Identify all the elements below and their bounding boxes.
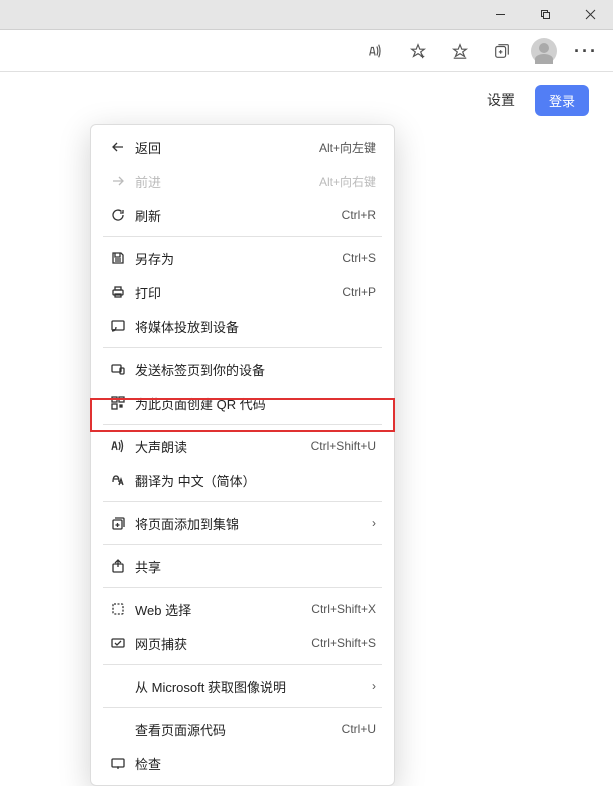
menu-item-label: 将页面添加到集锦	[129, 514, 366, 533]
menu-web-select[interactable]: Web 选择 Ctrl+Shift+X	[95, 592, 390, 626]
favorites-bar-icon[interactable]	[441, 34, 479, 68]
cast-icon	[107, 318, 129, 334]
read-aloud-icon[interactable]	[357, 34, 395, 68]
menu-item-label: 从 Microsoft 获取图像说明	[129, 677, 366, 696]
forward-arrow-icon	[107, 173, 129, 189]
menu-separator	[103, 347, 382, 348]
menu-separator	[103, 664, 382, 665]
translate-icon	[107, 472, 129, 488]
menu-item-shortcut: Ctrl+P	[342, 285, 376, 299]
print-icon	[107, 284, 129, 300]
menu-translate[interactable]: 翻译为 中文（简体）	[95, 463, 390, 497]
menu-separator	[103, 236, 382, 237]
menu-cast[interactable]: 将媒体投放到设备	[95, 309, 390, 343]
window-titlebar	[0, 0, 613, 30]
menu-separator	[103, 707, 382, 708]
refresh-icon	[107, 207, 129, 223]
collections-icon[interactable]	[483, 34, 521, 68]
read-aloud-icon	[107, 438, 129, 454]
menu-add-to-collections[interactable]: 将页面添加到集锦 ›	[95, 506, 390, 540]
menu-qr-code[interactable]: 为此页面创建 QR 代码	[95, 386, 390, 420]
browser-toolbar: ···	[0, 30, 613, 72]
menu-item-shortcut: Ctrl+Shift+X	[311, 602, 376, 616]
login-button[interactable]: 登录	[535, 85, 589, 116]
more-menu-icon[interactable]: ···	[567, 34, 605, 68]
menu-item-label: 大声朗读	[129, 437, 311, 456]
menu-ms-image-desc[interactable]: 从 Microsoft 获取图像说明 ›	[95, 669, 390, 703]
menu-item-label: 共享	[129, 557, 376, 576]
minimize-button[interactable]	[478, 0, 523, 30]
menu-item-label: 刷新	[129, 206, 342, 225]
save-icon	[107, 250, 129, 266]
chevron-right-icon: ›	[372, 516, 376, 530]
share-icon	[107, 558, 129, 574]
close-button[interactable]	[568, 0, 613, 30]
menu-web-capture[interactable]: 网页捕获 Ctrl+Shift+S	[95, 626, 390, 660]
menu-share[interactable]: 共享	[95, 549, 390, 583]
web-select-icon	[107, 601, 129, 617]
collections-add-icon	[107, 515, 129, 531]
maximize-button[interactable]	[523, 0, 568, 30]
settings-link[interactable]: 设置	[487, 90, 515, 110]
menu-item-label: 检查	[129, 754, 376, 773]
menu-read-aloud[interactable]: 大声朗读 Ctrl+Shift+U	[95, 429, 390, 463]
menu-refresh[interactable]: 刷新 Ctrl+R	[95, 198, 390, 232]
menu-item-label: 翻译为 中文（简体）	[129, 471, 376, 490]
menu-item-label: 为此页面创建 QR 代码	[129, 394, 376, 413]
page-header: 设置 登录	[0, 72, 613, 128]
menu-item-label: 返回	[129, 138, 319, 157]
menu-item-shortcut: Ctrl+S	[342, 251, 376, 265]
menu-item-shortcut: Ctrl+Shift+U	[311, 439, 376, 453]
back-arrow-icon	[107, 139, 129, 155]
menu-forward: 前进 Alt+向右键	[95, 164, 390, 198]
menu-back[interactable]: 返回 Alt+向左键	[95, 130, 390, 164]
menu-separator	[103, 544, 382, 545]
menu-print[interactable]: 打印 Ctrl+P	[95, 275, 390, 309]
menu-view-source[interactable]: 查看页面源代码 Ctrl+U	[95, 712, 390, 746]
menu-item-label: 前进	[129, 172, 319, 191]
menu-item-label: Web 选择	[129, 600, 311, 619]
menu-save-as[interactable]: 另存为 Ctrl+S	[95, 241, 390, 275]
menu-item-label: 查看页面源代码	[129, 720, 342, 739]
menu-item-shortcut: Ctrl+R	[342, 208, 376, 222]
qr-icon	[107, 395, 129, 411]
chevron-right-icon: ›	[372, 679, 376, 693]
menu-separator	[103, 501, 382, 502]
menu-item-shortcut: Alt+向右键	[319, 173, 376, 190]
menu-separator	[103, 424, 382, 425]
menu-item-shortcut: Ctrl+Shift+S	[311, 636, 376, 650]
web-capture-icon	[107, 635, 129, 651]
menu-send-tab[interactable]: 发送标签页到你的设备	[95, 352, 390, 386]
menu-item-label: 另存为	[129, 249, 342, 268]
menu-item-label: 网页捕获	[129, 634, 311, 653]
context-menu: 返回 Alt+向左键 前进 Alt+向右键 刷新 Ctrl+R 另存为 Ctrl…	[90, 124, 395, 786]
menu-item-label: 打印	[129, 283, 342, 302]
inspect-icon	[107, 755, 129, 771]
menu-item-shortcut: Ctrl+U	[342, 722, 376, 736]
menu-separator	[103, 587, 382, 588]
menu-item-label: 发送标签页到你的设备	[129, 360, 376, 379]
menu-inspect[interactable]: 检查	[95, 746, 390, 780]
favorite-icon[interactable]	[399, 34, 437, 68]
menu-item-label: 将媒体投放到设备	[129, 317, 376, 336]
profile-avatar[interactable]	[525, 34, 563, 68]
menu-item-shortcut: Alt+向左键	[319, 139, 376, 156]
devices-icon	[107, 361, 129, 377]
